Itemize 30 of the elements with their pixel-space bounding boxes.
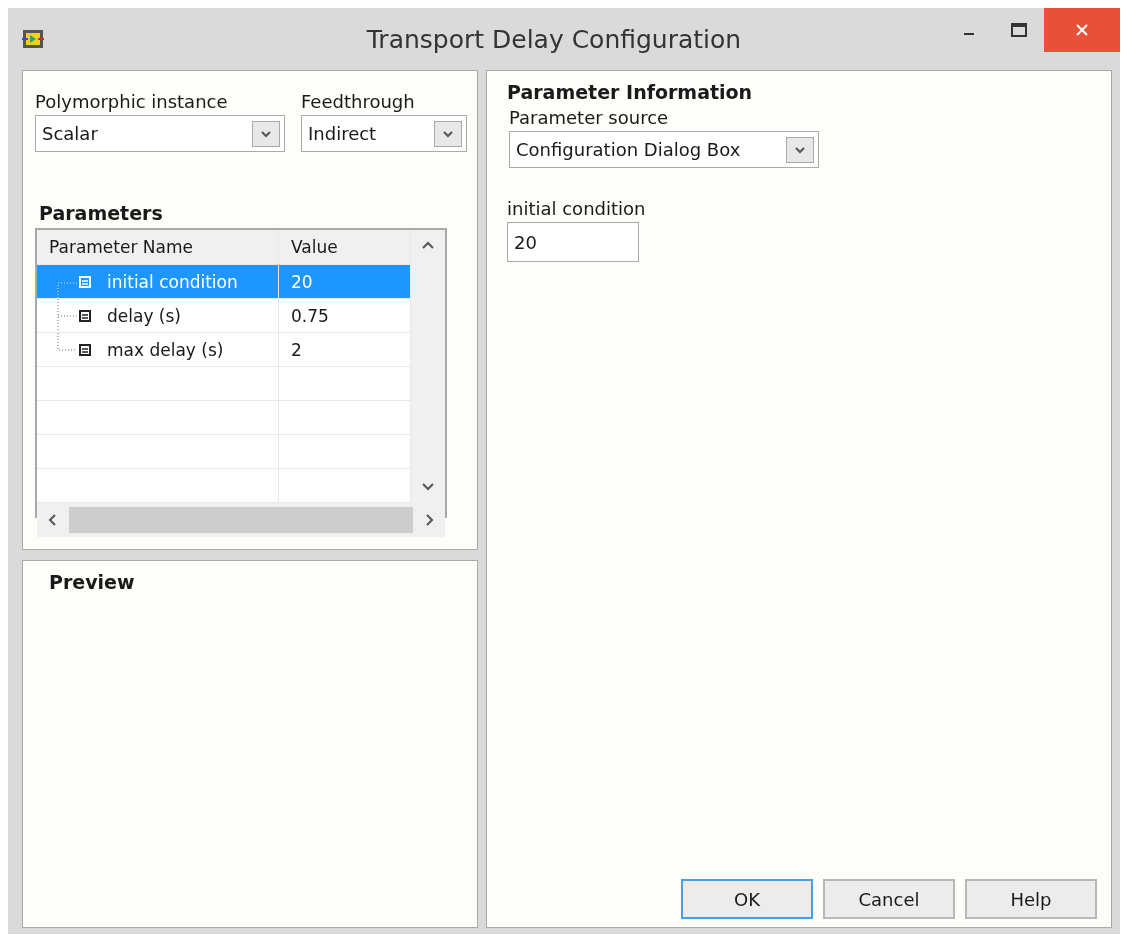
maximize-icon[interactable] (1011, 23, 1027, 37)
dialog-button[interactable]: Cancel (823, 879, 955, 919)
horizontal-scrollbar[interactable] (37, 503, 445, 537)
dropdown[interactable]: Indirect (301, 115, 467, 152)
scrollbar-thumb[interactable] (69, 507, 413, 533)
dialog-button[interactable]: OK (681, 879, 813, 919)
section-heading: Parameters (39, 202, 164, 224)
input-field[interactable]: 20 (507, 222, 639, 262)
field-label: Feedthrough (301, 91, 416, 112)
close-icon[interactable] (1075, 23, 1089, 37)
field-label: Parameter source (509, 107, 670, 128)
vertical-scrollbar[interactable] (411, 230, 445, 503)
section-heading: Preview (49, 571, 136, 593)
window-title: Transport Delay Configuration (365, 24, 743, 54)
item-icon (79, 343, 91, 356)
field-label: initial condition (507, 198, 647, 219)
app-icon (22, 29, 44, 49)
field-label: Polymorphic instance (35, 91, 229, 112)
parameter-name: initial condition (107, 271, 238, 292)
parameter-name: max delay (s) (107, 339, 224, 360)
table-row[interactable]: max delay (s) 2 (37, 333, 411, 367)
dropdown[interactable]: Scalar (35, 115, 285, 152)
table-row[interactable]: delay (s) 0.75 (37, 299, 411, 333)
dropdown[interactable]: Configuration Dialog Box (509, 131, 819, 168)
parameter-name: delay (s) (107, 305, 181, 326)
item-icon (79, 309, 91, 322)
item-icon (79, 275, 91, 288)
section-heading: Parameter Information (507, 81, 754, 103)
column-header: Parameter Name (37, 230, 279, 264)
dialog-button[interactable]: Help (965, 879, 1097, 919)
